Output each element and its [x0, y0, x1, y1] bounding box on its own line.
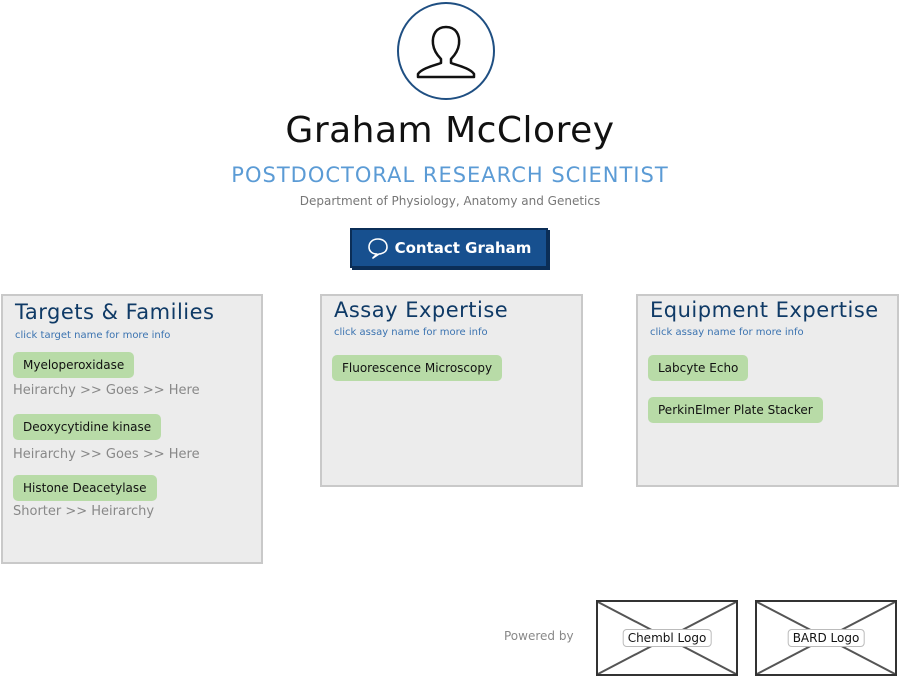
- equipment-title: Equipment Expertise: [650, 298, 879, 322]
- profile-department: Department of Physiology, Anatomy and Ge…: [299, 194, 601, 208]
- equipment-chip-perkinelmer-plate-stacker[interactable]: PerkinElmer Plate Stacker: [648, 397, 823, 423]
- assay-chip-fluorescence-microscopy[interactable]: Fluorescence Microscopy: [332, 355, 503, 381]
- target-hierarchy: Heirarchy >> Goes >> Here: [13, 383, 200, 398]
- chembl-logo-label: Chembl Logo: [622, 629, 712, 647]
- target-chip-deoxycytidine-kinase[interactable]: Deoxycytidine kinase: [13, 414, 162, 440]
- assay-panel: Assay Expertise click assay name for mor…: [320, 294, 583, 487]
- speech-bubble-icon: [367, 238, 388, 259]
- targets-title: Targets & Families: [15, 300, 215, 324]
- target-hierarchy: Shorter >> Heirarchy: [13, 504, 155, 519]
- equipment-chip-labcyte-echo[interactable]: Labcyte Echo: [648, 355, 749, 381]
- user-icon: [416, 25, 476, 79]
- target-hierarchy: Heirarchy >> Goes >> Here: [13, 447, 200, 462]
- target-chip-myeloperoxidase[interactable]: Myeloperoxidase: [13, 352, 135, 378]
- profile-name: Graham McClorey: [285, 110, 615, 151]
- assay-hint: click assay name for more info: [334, 327, 488, 338]
- bard-logo: BARD Logo: [755, 600, 897, 676]
- avatar: [397, 2, 495, 100]
- equipment-panel: Equipment Expertise click assay name for…: [636, 294, 899, 487]
- targets-hint: click target name for more info: [15, 330, 171, 341]
- contact-button[interactable]: Contact Graham: [350, 228, 548, 268]
- equipment-hint: click assay name for more info: [650, 327, 804, 338]
- targets-panel: Targets & Families click target name for…: [1, 294, 263, 564]
- assay-title: Assay Expertise: [334, 298, 509, 322]
- chembl-logo: Chembl Logo: [596, 600, 738, 676]
- bard-logo-label: BARD Logo: [787, 629, 865, 647]
- target-chip-histone-deacetylase[interactable]: Histone Deacetylase: [13, 475, 157, 501]
- contact-button-label: Contact Graham: [394, 239, 532, 257]
- profile-title: POSTDOCTORAL RESEARCH SCIENTIST: [231, 163, 669, 187]
- powered-by-label: Powered by: [504, 629, 574, 643]
